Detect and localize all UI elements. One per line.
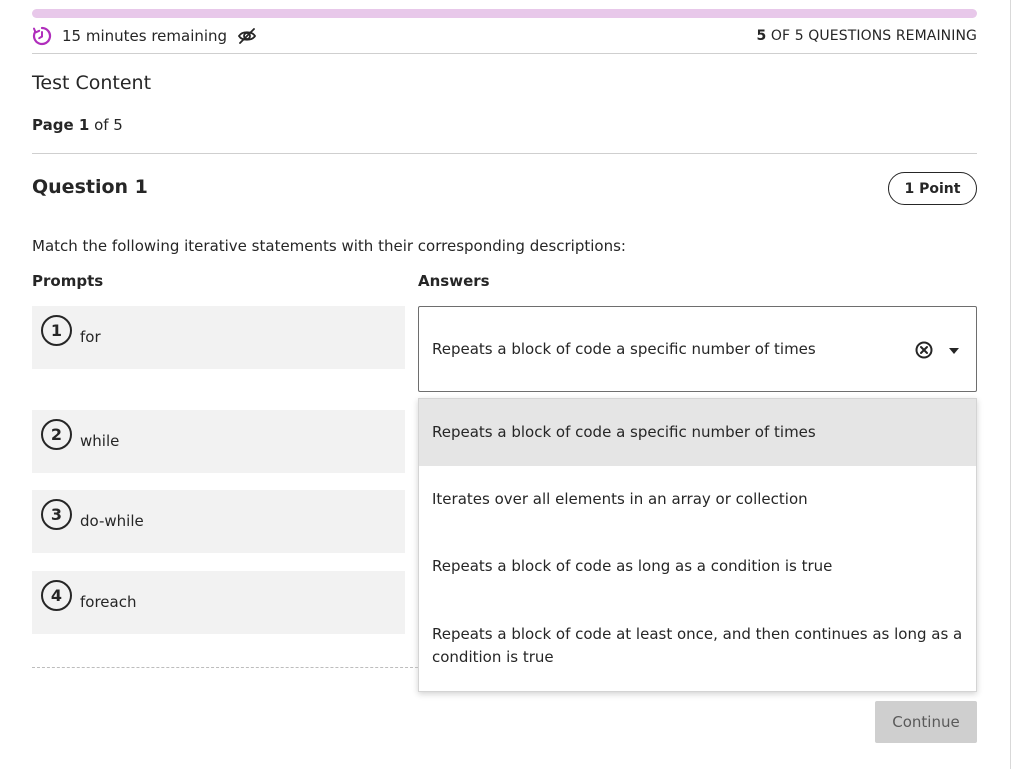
- dropdown-option[interactable]: Repeats a block of code a specific numbe…: [419, 399, 976, 466]
- caret-down-icon[interactable]: [947, 343, 961, 357]
- status-row: 15 minutes remaining 5 OF 5 QUESTIONS RE…: [32, 24, 977, 48]
- clear-circle-icon[interactable]: [914, 340, 934, 360]
- prompt-number: 3: [41, 499, 72, 530]
- progress-bar: [32, 9, 977, 18]
- eye-slash-icon[interactable]: [237, 26, 257, 46]
- section-title: Test Content: [32, 72, 152, 94]
- prompt-label: while: [80, 432, 120, 450]
- prompt-number: 4: [41, 580, 72, 611]
- question-instructions: Match the following iterative statements…: [32, 237, 626, 255]
- prompt-item: 3 do-while: [32, 490, 405, 553]
- scrollbar-edge: [1010, 0, 1011, 769]
- timer-text: 15 minutes remaining: [62, 27, 228, 45]
- answer-select[interactable]: Repeats a block of code a specific numbe…: [418, 306, 977, 392]
- divider: [32, 153, 977, 154]
- questions-remaining: 5 OF 5 QUESTIONS REMAINING: [757, 28, 977, 44]
- dropdown-option[interactable]: Repeats a block of code at least once, a…: [419, 600, 976, 691]
- dashed-divider: [32, 667, 418, 668]
- prompt-item: 1 for: [32, 306, 405, 369]
- prompt-item: 4 foreach: [32, 571, 405, 634]
- page-current: Page 1: [32, 116, 90, 134]
- prompt-number: 2: [41, 419, 72, 450]
- divider: [32, 53, 977, 54]
- answer-dropdown-list: Repeats a block of code a specific numbe…: [418, 398, 977, 692]
- prompt-label: foreach: [80, 593, 137, 611]
- dropdown-option[interactable]: Iterates over all elements in an array o…: [419, 466, 976, 533]
- timer-icon: [32, 26, 52, 46]
- remaining-count: 5: [756, 28, 767, 44]
- prompt-number: 1: [41, 315, 72, 346]
- prompts-header: Prompts: [32, 272, 104, 290]
- selected-answer: Repeats a block of code a specific numbe…: [432, 340, 816, 358]
- prompt-label: do-while: [80, 512, 144, 530]
- continue-button[interactable]: Continue: [875, 701, 977, 743]
- prompt-label: for: [80, 328, 101, 346]
- question-title: Question 1: [32, 176, 148, 198]
- page-indicator: Page 1 of 5: [32, 116, 123, 134]
- prompt-item: 2 while: [32, 410, 405, 473]
- points-badge: 1 Point: [888, 172, 977, 205]
- answers-header: Answers: [418, 272, 490, 290]
- page-total: of 5: [89, 116, 123, 134]
- remaining-text: OF 5 QUESTIONS REMAINING: [766, 28, 977, 44]
- dropdown-option[interactable]: Repeats a block of code as long as a con…: [419, 533, 976, 600]
